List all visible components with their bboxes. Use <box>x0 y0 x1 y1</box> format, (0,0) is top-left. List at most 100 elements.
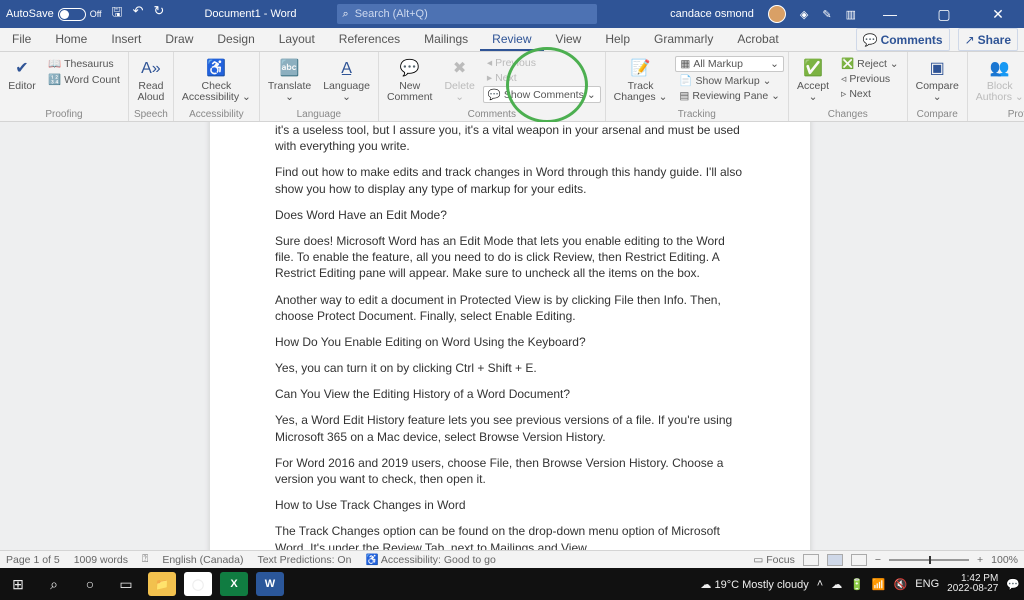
document-page[interactable]: it's a useless tool, but I assure you, i… <box>210 122 810 550</box>
clock[interactable]: 1:42 PM2022-08-27 <box>947 574 998 595</box>
close-button[interactable]: ✕ <box>978 6 1018 23</box>
autosave-toggle[interactable]: AutoSave Off <box>6 8 102 21</box>
new-comment-button[interactable]: 💬New Comment <box>383 56 437 105</box>
tab-view[interactable]: View <box>544 28 594 51</box>
paragraph[interactable]: Find out how to make edits and track cha… <box>275 164 745 196</box>
tab-home[interactable]: Home <box>43 28 99 51</box>
paragraph[interactable]: it's a useless tool, but I assure you, i… <box>275 122 745 154</box>
display-for-review-dropdown[interactable]: ▦All Markup⌄ <box>675 56 784 72</box>
language-button[interactable]: A̲Language ⌄ <box>319 56 374 105</box>
paragraph[interactable]: Yes, you can turn it on by clicking Ctrl… <box>275 360 745 376</box>
read-aloud-button[interactable]: A»Read Aloud <box>133 56 169 105</box>
reject-button[interactable]: ❎Reject ⌄ <box>837 56 903 71</box>
language-status[interactable]: English (Canada) <box>162 554 243 566</box>
excel-icon[interactable]: X <box>220 572 248 596</box>
group-label: Proofing <box>45 108 82 120</box>
volume-icon[interactable]: 🔇 <box>894 578 908 591</box>
search-box[interactable]: ⌕ Search (Alt+Q) <box>337 4 597 24</box>
paragraph[interactable]: For Word 2016 and 2019 users, choose Fil… <box>275 455 745 487</box>
tab-file[interactable]: File <box>0 28 43 51</box>
diamond-icon[interactable]: ◈ <box>800 8 808 21</box>
show-markup-button[interactable]: 📄Show Markup ⌄ <box>675 73 784 88</box>
tab-references[interactable]: References <box>327 28 412 51</box>
battery-icon[interactable]: 🔋 <box>850 578 864 591</box>
ribbon-tabs: File Home Insert Draw Design Layout Refe… <box>0 28 1024 52</box>
weather-widget[interactable]: ☁ 19°C Mostly cloudy <box>700 578 808 591</box>
onedrive-icon[interactable]: ☁ <box>831 578 842 591</box>
share-button[interactable]: ↗ Share <box>958 28 1018 51</box>
cortana-icon[interactable]: ○ <box>76 572 104 596</box>
comments-button[interactable]: 💬 Comments <box>856 28 950 51</box>
word-icon[interactable]: W <box>256 572 284 596</box>
translate-button[interactable]: 🔤Translate ⌄ <box>264 56 315 105</box>
tab-grammarly[interactable]: Grammarly <box>642 28 725 51</box>
group-label: Protect <box>1008 108 1024 120</box>
read-mode-icon[interactable] <box>803 554 819 566</box>
search-taskbar-icon[interactable]: ⌕ <box>40 572 68 596</box>
thesaurus-button[interactable]: 📖Thesaurus <box>44 56 124 71</box>
app-options-icon[interactable]: ▥ <box>846 8 856 21</box>
tab-draw[interactable]: Draw <box>153 28 205 51</box>
input-language[interactable]: ENG <box>915 578 939 590</box>
chrome-icon[interactable]: ◯ <box>184 572 212 596</box>
track-changes-button[interactable]: 📝Track Changes ⌄ <box>610 56 672 105</box>
compare-button[interactable]: ▣Compare ⌄ <box>912 56 963 105</box>
paragraph[interactable]: How to Use Track Changes in Word <box>275 497 745 513</box>
zoom-in-button[interactable]: + <box>977 554 983 566</box>
notifications-icon[interactable]: 💬 <box>1006 578 1020 591</box>
word-count[interactable]: 1009 words <box>74 554 128 566</box>
group-label: Accessibility <box>189 108 243 120</box>
page-count[interactable]: Page 1 of 5 <box>6 554 60 566</box>
paragraph[interactable]: How Do You Enable Editing on Word Using … <box>275 334 745 350</box>
accept-button[interactable]: ✅Accept ⌄ <box>793 56 833 105</box>
next-change-button[interactable]: ▹Next <box>837 87 903 101</box>
previous-change-button[interactable]: ◃Previous <box>837 72 903 86</box>
tab-layout[interactable]: Layout <box>267 28 327 51</box>
save-icon[interactable]: 🖫 <box>112 3 123 25</box>
minimize-button[interactable]: — <box>870 6 910 22</box>
paragraph[interactable]: Another way to edit a document in Protec… <box>275 292 745 324</box>
editor-button[interactable]: ✔Editor <box>4 56 40 94</box>
start-button[interactable]: ⊞ <box>4 572 32 596</box>
user-name[interactable]: candace osmond <box>670 8 754 20</box>
print-layout-icon[interactable] <box>827 554 843 566</box>
block-authors-button: 👥Block Authors ⌄ <box>972 56 1024 105</box>
wifi-icon[interactable]: 📶 <box>872 578 886 591</box>
track-changes-icon: 📝 <box>630 58 652 80</box>
avatar[interactable] <box>768 5 786 23</box>
document-area[interactable]: it's a useless tool, but I assure you, i… <box>0 122 1024 550</box>
tab-mailings[interactable]: Mailings <box>412 28 480 51</box>
zoom-slider[interactable] <box>889 559 969 561</box>
zoom-level[interactable]: 100% <box>991 554 1018 566</box>
spellcheck-icon[interactable]: ⍰ <box>142 553 148 566</box>
paragraph[interactable]: Sure does! Microsoft Word has an Edit Mo… <box>275 233 745 282</box>
check-accessibility-button[interactable]: ♿Check Accessibility ⌄ <box>178 56 255 105</box>
show-comments-button[interactable]: 💬Show Comments⌄ <box>483 86 601 103</box>
file-explorer-icon[interactable]: 📁 <box>148 572 176 596</box>
accessibility-status[interactable]: ♿ Accessibility: Good to go <box>365 553 495 566</box>
pen-icon[interactable]: ✎ <box>822 8 831 21</box>
accept-icon: ✅ <box>802 58 824 80</box>
text-predictions[interactable]: Text Predictions: On <box>257 554 351 566</box>
tray-chevron-icon[interactable]: ˄ <box>817 578 823 590</box>
web-layout-icon[interactable] <box>851 554 867 566</box>
focus-button[interactable]: ▭ Focus <box>753 554 794 566</box>
maximize-button[interactable]: ▢ <box>924 6 964 23</box>
tab-review[interactable]: Review <box>480 28 543 51</box>
tab-insert[interactable]: Insert <box>99 28 153 51</box>
zoom-out-button[interactable]: − <box>875 554 881 566</box>
word-count-button[interactable]: 🔢Word Count <box>44 72 124 87</box>
title-bar: AutoSave Off 🖫 ↶ ↻ Document1 - Word ⌕ Se… <box>0 0 1024 28</box>
reviewing-pane-button[interactable]: ▤Reviewing Pane ⌄ <box>675 89 784 103</box>
paragraph[interactable]: Does Word Have an Edit Mode? <box>275 207 745 223</box>
undo-icon[interactable]: ↶ <box>133 3 144 25</box>
windows-taskbar: ⊞ ⌕ ○ ▭ 📁 ◯ X W ☁ 19°C Mostly cloudy ˄ ☁… <box>0 568 1024 600</box>
task-view-icon[interactable]: ▭ <box>112 572 140 596</box>
tab-acrobat[interactable]: Acrobat <box>725 28 790 51</box>
paragraph[interactable]: Yes, a Word Edit History feature lets yo… <box>275 412 745 444</box>
paragraph[interactable]: The Track Changes option can be found on… <box>275 523 745 550</box>
redo-icon[interactable]: ↻ <box>154 3 165 25</box>
tab-help[interactable]: Help <box>593 28 642 51</box>
tab-design[interactable]: Design <box>205 28 266 51</box>
paragraph[interactable]: Can You View the Editing History of a Wo… <box>275 386 745 402</box>
